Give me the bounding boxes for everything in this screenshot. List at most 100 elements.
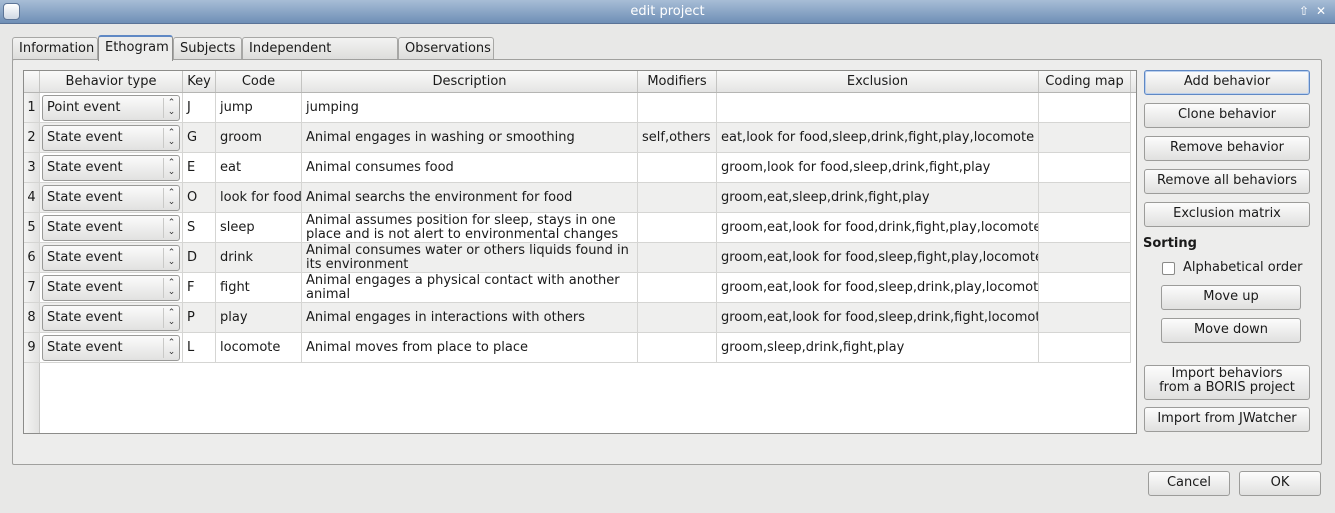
exclusion-matrix-button[interactable]: Exclusion matrix xyxy=(1144,202,1310,227)
code-cell[interactable]: play xyxy=(216,303,302,333)
key-cell[interactable]: O xyxy=(183,183,216,213)
clone-behavior-button[interactable]: Clone behavior xyxy=(1144,103,1310,128)
key-cell[interactable]: E xyxy=(183,153,216,183)
key-cell[interactable]: F xyxy=(183,273,216,303)
behavior-type-cell[interactable]: State event ⌃ ⌄ xyxy=(40,303,183,333)
tab-subjects[interactable]: Subjects xyxy=(173,37,242,60)
behaviors-table[interactable]: Behavior type Key Code Description Modif… xyxy=(23,70,1137,434)
table-row[interactable]: 8 State event ⌃ ⌄ Pplay Animal engages in int… xyxy=(24,303,1132,333)
modifiers-cell[interactable] xyxy=(638,243,717,273)
import-jwatcher-button[interactable]: Import from JWatcher xyxy=(1144,407,1310,432)
key-cell[interactable]: G xyxy=(183,123,216,153)
table-row[interactable]: 6 State event ⌃ ⌄ Ddrink Animal consumes wate… xyxy=(24,243,1132,273)
behavior-type-cell[interactable]: State event ⌃ ⌄ xyxy=(40,243,183,273)
behavior-type-select[interactable]: State event ⌃ ⌄ xyxy=(42,185,180,211)
table-row[interactable]: 4 State event ⌃ ⌄ Olook for food Animal searc… xyxy=(24,183,1132,213)
description-cell[interactable]: jumping xyxy=(302,93,638,123)
exclusion-cell[interactable]: groom,eat,look for food,sleep,drink,figh… xyxy=(717,303,1039,333)
behavior-type-cell[interactable]: Point event ⌃ ⌄ xyxy=(40,93,183,123)
tab-information[interactable]: Information xyxy=(12,37,98,60)
tab-ethogram[interactable]: Ethogram xyxy=(98,35,173,61)
coding-map-cell[interactable] xyxy=(1039,153,1131,183)
modifiers-cell[interactable] xyxy=(638,213,717,243)
code-cell[interactable]: fight xyxy=(216,273,302,303)
behavior-type-select[interactable]: State event ⌃ ⌄ xyxy=(42,335,180,361)
description-cell[interactable]: Animal engages in interactions with othe… xyxy=(302,303,638,333)
behavior-type-select[interactable]: State event ⌃ ⌄ xyxy=(42,125,180,151)
code-cell[interactable]: look for food xyxy=(216,183,302,213)
key-cell[interactable]: J xyxy=(183,93,216,123)
description-cell[interactable]: Animal consumes food xyxy=(302,153,638,183)
exclusion-cell[interactable]: eat,look for food,sleep,drink,fight,play… xyxy=(717,123,1039,153)
add-behavior-button[interactable]: Add behavior xyxy=(1144,70,1310,95)
exclusion-cell[interactable]: groom,look for food,sleep,drink,fight,pl… xyxy=(717,153,1039,183)
description-cell[interactable]: Animal assumes position for sleep, stays… xyxy=(302,213,638,243)
exclusion-cell[interactable]: groom,eat,look for food,sleep,drink,play… xyxy=(717,273,1039,303)
close-icon[interactable]: ✕ xyxy=(1313,3,1329,19)
exclusion-cell[interactable] xyxy=(717,93,1039,123)
behavior-type-cell[interactable]: State event ⌃ ⌄ xyxy=(40,123,183,153)
tab-independent-variables[interactable]: Independent variables xyxy=(242,37,398,77)
behavior-type-select[interactable]: State event ⌃ ⌄ xyxy=(42,155,180,181)
description-cell[interactable]: Animal engages in washing or smoothing xyxy=(302,123,638,153)
import-boris-button[interactable]: Import behaviors from a BORIS project xyxy=(1144,365,1310,400)
col-description[interactable]: Description xyxy=(302,71,638,92)
exclusion-cell[interactable]: groom,eat,look for food,drink,fight,play… xyxy=(717,213,1039,243)
coding-map-cell[interactable] xyxy=(1039,273,1131,303)
alphabetical-order-checkbox[interactable] xyxy=(1162,262,1175,275)
code-cell[interactable]: locomote xyxy=(216,333,302,363)
key-cell[interactable]: D xyxy=(183,243,216,273)
modifiers-cell[interactable] xyxy=(638,153,717,183)
table-row[interactable]: 9 State event ⌃ ⌄ Llocomote Animal moves from… xyxy=(24,333,1132,363)
coding-map-cell[interactable] xyxy=(1039,93,1131,123)
behavior-type-cell[interactable]: State event ⌃ ⌄ xyxy=(40,273,183,303)
ok-button[interactable]: OK xyxy=(1239,471,1321,496)
table-row[interactable]: 3 State event ⌃ ⌄ Eeat Animal consumes food gr… xyxy=(24,153,1132,183)
code-cell[interactable]: drink xyxy=(216,243,302,273)
modifiers-cell[interactable]: self,others xyxy=(638,123,717,153)
behavior-type-select[interactable]: State event ⌃ ⌄ xyxy=(42,275,180,301)
table-row[interactable]: 2 State event ⌃ ⌄ Ggroom Animal engages in wa… xyxy=(24,123,1132,153)
table-row[interactable]: 1 Point event ⌃ ⌄ Jjump jumping xyxy=(24,93,1132,123)
modifiers-cell[interactable] xyxy=(638,183,717,213)
cancel-button[interactable]: Cancel xyxy=(1148,471,1230,496)
coding-map-cell[interactable] xyxy=(1039,333,1131,363)
key-cell[interactable]: L xyxy=(183,333,216,363)
move-up-button[interactable]: Move up xyxy=(1161,285,1301,310)
code-cell[interactable]: sleep xyxy=(216,213,302,243)
code-cell[interactable]: jump xyxy=(216,93,302,123)
description-cell[interactable]: Animal consumes water or others liquids … xyxy=(302,243,638,273)
description-cell[interactable]: Animal engages a physical contact with a… xyxy=(302,273,638,303)
coding-map-cell[interactable] xyxy=(1039,243,1131,273)
tab-observations[interactable]: Observations xyxy=(398,37,494,60)
code-cell[interactable]: eat xyxy=(216,153,302,183)
remove-behavior-button[interactable]: Remove behavior xyxy=(1144,136,1310,161)
exclusion-cell[interactable]: groom,eat,sleep,drink,fight,play xyxy=(717,183,1039,213)
modifiers-cell[interactable] xyxy=(638,333,717,363)
description-cell[interactable]: Animal moves from place to place xyxy=(302,333,638,363)
behavior-type-select[interactable]: State event ⌃ ⌄ xyxy=(42,305,180,331)
modifiers-cell[interactable] xyxy=(638,273,717,303)
key-cell[interactable]: P xyxy=(183,303,216,333)
col-code[interactable]: Code xyxy=(216,71,302,92)
behavior-type-select[interactable]: Point event ⌃ ⌄ xyxy=(42,95,180,121)
table-row[interactable]: 5 State event ⌃ ⌄ Ssleep Animal assumes posit… xyxy=(24,213,1132,243)
behavior-type-select[interactable]: State event ⌃ ⌄ xyxy=(42,245,180,271)
behavior-type-cell[interactable]: State event ⌃ ⌄ xyxy=(40,213,183,243)
behavior-type-cell[interactable]: State event ⌃ ⌄ xyxy=(40,333,183,363)
col-modifiers[interactable]: Modifiers xyxy=(638,71,717,92)
behavior-type-select[interactable]: State event ⌃ ⌄ xyxy=(42,215,180,241)
col-behavior-type[interactable]: Behavior type xyxy=(40,71,183,92)
exclusion-cell[interactable]: groom,sleep,drink,fight,play xyxy=(717,333,1039,363)
maximize-icon[interactable]: ⇧ xyxy=(1296,3,1312,19)
col-exclusion[interactable]: Exclusion xyxy=(717,71,1039,92)
modifiers-cell[interactable] xyxy=(638,93,717,123)
col-coding-map[interactable]: Coding map xyxy=(1039,71,1131,92)
coding-map-cell[interactable] xyxy=(1039,183,1131,213)
coding-map-cell[interactable] xyxy=(1039,213,1131,243)
behavior-type-cell[interactable]: State event ⌃ ⌄ xyxy=(40,183,183,213)
move-down-button[interactable]: Move down xyxy=(1161,318,1301,343)
remove-all-behaviors-button[interactable]: Remove all behaviors xyxy=(1144,169,1310,194)
key-cell[interactable]: S xyxy=(183,213,216,243)
coding-map-cell[interactable] xyxy=(1039,303,1131,333)
